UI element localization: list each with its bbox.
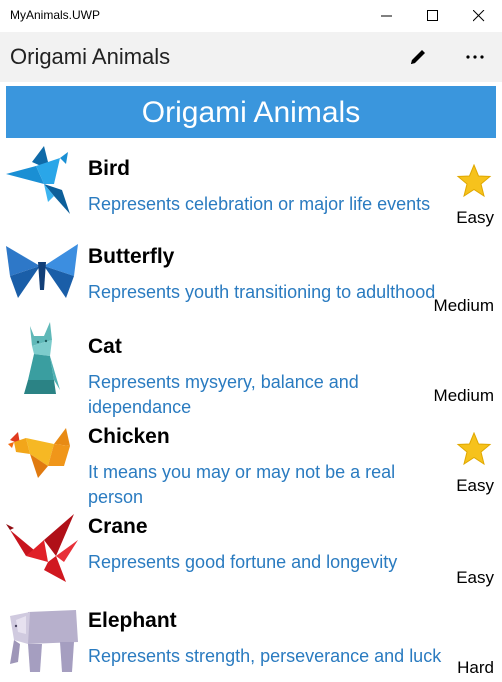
star-icon (456, 432, 492, 466)
animal-list-item[interactable]: Elephant Represents strength, perseveran… (0, 594, 502, 682)
animal-difficulty: Hard (457, 658, 494, 677)
origami-crane-icon (6, 514, 78, 582)
minimize-icon (381, 15, 392, 17)
more-options-button[interactable] (455, 42, 495, 72)
animal-description: Represents good fortune and longevity (88, 552, 398, 572)
animal-description: Represents celebration or major life eve… (88, 194, 431, 214)
animal-list-item[interactable]: Chicken It means you may or may not be a… (0, 410, 502, 507)
edit-button[interactable] (400, 42, 436, 72)
header-banner: Origami Animals (6, 86, 496, 138)
animal-name: Chicken (88, 425, 170, 448)
banner-title: Origami Animals (141, 96, 361, 129)
animal-difficulty: Easy (456, 208, 494, 227)
minimize-button[interactable] (364, 0, 410, 32)
animal-name: Crane (88, 515, 148, 538)
origami-elephant-icon (10, 610, 78, 672)
animal-description: Represents youth transitioning to adulth… (88, 282, 436, 302)
ellipsis-icon (466, 55, 484, 59)
animal-description: Represents strength, perseverance and lu… (88, 646, 442, 666)
animal-list-item[interactable]: Cat Represents mysyery, balance and idep… (0, 320, 502, 417)
animal-name: Elephant (88, 609, 177, 632)
animal-difficulty: Easy (456, 476, 494, 495)
pencil-icon (411, 50, 425, 64)
app-bar-title: Origami Animals (10, 44, 171, 69)
animal-difficulty: Medium (433, 386, 494, 405)
origami-butterfly-icon (6, 244, 78, 298)
animal-list-item[interactable]: Butterfly Represents youth transitioning… (0, 230, 502, 320)
animal-difficulty: Easy (456, 568, 494, 587)
maximize-button[interactable] (410, 0, 456, 32)
window-title: MyAnimals.UWP (10, 8, 101, 22)
animal-list-item[interactable]: Bird Represents celebration or major lif… (0, 142, 502, 230)
maximize-icon (427, 10, 438, 21)
app-bar: Origami Animals (0, 32, 502, 82)
close-button[interactable] (456, 0, 502, 32)
animal-difficulty: Medium (433, 296, 494, 315)
animal-list-item[interactable]: Crane Represents good fortune and longev… (0, 500, 502, 594)
animal-name: Butterfly (88, 245, 175, 268)
origami-chicken-icon (8, 428, 70, 478)
window-title-bar: MyAnimals.UWP (0, 0, 502, 32)
origami-cat-icon (24, 322, 60, 394)
close-icon (473, 10, 485, 22)
star-icon (456, 164, 492, 198)
animal-name: Bird (88, 157, 130, 180)
animal-list[interactable]: Bird Represents celebration or major lif… (0, 142, 502, 682)
origami-bird-icon (6, 146, 70, 214)
animal-name: Cat (88, 335, 122, 358)
